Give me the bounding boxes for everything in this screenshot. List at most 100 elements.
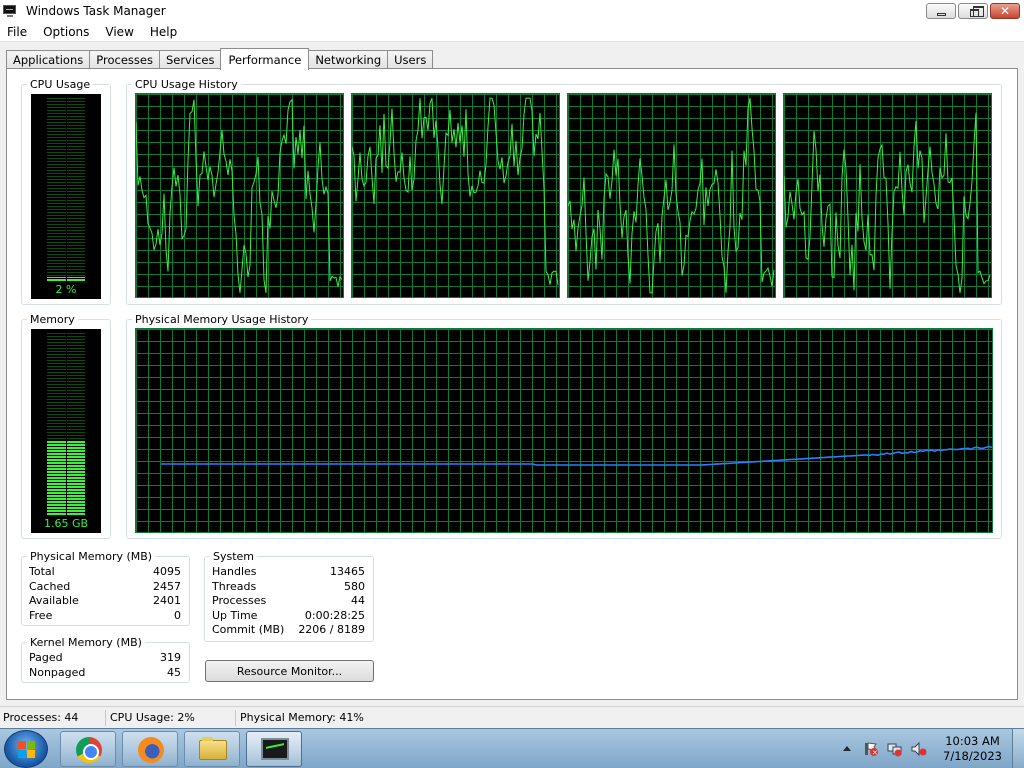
- system-tray: ✕ 10:03 AM 7/18/2023: [835, 729, 1024, 768]
- show-desktop-button[interactable]: [1012, 729, 1024, 768]
- resource-monitor-button[interactable]: Resource Monitor...: [205, 660, 374, 682]
- cpu-history-line: [784, 112, 991, 293]
- stat-value: 580: [344, 580, 365, 593]
- stat-row-cached: Cached 2457: [29, 580, 181, 595]
- cpu-history-line: [568, 98, 775, 294]
- cpu-meter-fill: [47, 277, 85, 281]
- cpu-usage-value: 2 %: [55, 283, 77, 296]
- stat-value: 2457: [153, 580, 181, 593]
- stat-value: 45: [167, 666, 181, 679]
- restore-button[interactable]: [958, 3, 988, 19]
- stat-value: 44: [351, 594, 365, 607]
- stat-label: Handles: [212, 565, 257, 578]
- tab-performance[interactable]: Performance: [220, 48, 310, 70]
- close-icon: ✕: [999, 4, 1011, 18]
- cpu-usage-group: CPU Usage 2 %: [21, 78, 111, 305]
- stat-row-handles: Handles 13465: [212, 565, 365, 580]
- cpu-history-line: [136, 98, 343, 293]
- menu-view[interactable]: View: [97, 25, 141, 39]
- cpu-history-trace-svg: [352, 97, 559, 285]
- tab-applications[interactable]: Applications: [6, 50, 91, 69]
- svg-text:✕: ✕: [872, 749, 878, 757]
- stat-row-total: Total 4095: [29, 565, 181, 580]
- tab-services[interactable]: Services: [158, 50, 222, 69]
- physical-memory-group: Physical Memory (MB) Total 4095 Cached 245…: [21, 550, 190, 626]
- minimize-button[interactable]: [926, 3, 956, 19]
- clock-time: 10:03 AM: [945, 734, 1000, 748]
- tab-users[interactable]: Users: [387, 50, 434, 69]
- stat-value: 2206 / 8189: [298, 623, 365, 636]
- network-icon[interactable]: [887, 741, 903, 757]
- memory-history-line: [161, 445, 992, 466]
- tab-strip: Applications Processes Services Performa…: [6, 48, 434, 70]
- status-processes: Processes: 44: [0, 709, 106, 726]
- stat-row-threads: Threads 580: [212, 580, 365, 595]
- menu-options[interactable]: Options: [35, 25, 97, 39]
- stat-label: Nonpaged: [29, 666, 86, 679]
- cpu-history-trace-svg: [784, 112, 991, 293]
- memory-meter: 1.65 GB: [31, 329, 101, 533]
- taskbar-chrome-button[interactable]: [60, 731, 116, 767]
- memory-meter-fill: [47, 440, 85, 515]
- show-hidden-icons-icon[interactable]: [839, 741, 855, 757]
- status-bar: Processes: 44 CPU Usage: 2% Physical Mem…: [0, 706, 1024, 728]
- minimize-icon: [936, 12, 946, 16]
- close-button[interactable]: ✕: [990, 3, 1020, 19]
- cpu-history-line: [352, 97, 559, 285]
- start-button[interactable]: [4, 730, 48, 768]
- volume-muted-icon[interactable]: [911, 741, 927, 757]
- memory-label: Memory: [27, 313, 78, 326]
- windows-logo-icon: [18, 741, 36, 759]
- task-manager-icon: [261, 738, 289, 760]
- action-center-icon[interactable]: ✕: [863, 741, 879, 757]
- cpu-history-graph-core-1: [135, 93, 344, 298]
- clock[interactable]: 10:03 AM 7/18/2023: [943, 734, 1002, 764]
- stat-value: 0:00:28:25: [304, 609, 365, 622]
- menu-bar: File Options View Help: [0, 22, 1024, 42]
- stat-row-nonpaged: Nonpaged 45: [29, 666, 181, 681]
- memory-value: 1.65 GB: [43, 517, 89, 530]
- window-controls: ✕: [926, 3, 1020, 19]
- stat-label: Cached: [29, 580, 71, 593]
- stat-value: 319: [160, 651, 181, 664]
- memory-history-trace-svg: [161, 445, 992, 466]
- physical-memory-label: Physical Memory (MB): [27, 550, 156, 563]
- tab-networking[interactable]: Networking: [308, 50, 389, 69]
- menu-help[interactable]: Help: [142, 25, 185, 39]
- taskbar-task-manager-button[interactable]: [246, 731, 302, 767]
- stat-label: Available: [29, 594, 79, 607]
- cpu-meter-track: [47, 98, 85, 281]
- stat-row-uptime: Up Time 0:00:28:25: [212, 609, 365, 624]
- taskbar-firefox-button[interactable]: [122, 731, 178, 767]
- stat-label: Commit (MB): [212, 623, 285, 636]
- stat-row-available: Available 2401: [29, 594, 181, 609]
- stat-row-processes: Processes 44: [212, 594, 365, 609]
- status-physical-memory: Physical Memory: 41%: [240, 711, 364, 724]
- system-group: System Handles 13465 Threads 580 Processes…: [204, 550, 374, 642]
- title-bar[interactable]: Windows Task Manager ✕: [0, 0, 1024, 22]
- cpu-history-trace-svg: [568, 98, 775, 294]
- memory-history-label: Physical Memory Usage History: [132, 313, 312, 326]
- system-label: System: [210, 550, 258, 563]
- tab-processes[interactable]: Processes: [89, 50, 160, 69]
- chrome-icon: [76, 737, 102, 763]
- kernel-memory-label: Kernel Memory (MB): [27, 636, 145, 649]
- stat-row-commit: Commit (MB) 2206 / 8189: [212, 623, 365, 638]
- cpu-history-graph-core-2: [351, 93, 560, 298]
- taskbar-explorer-button[interactable]: [184, 731, 240, 767]
- restore-icon: [970, 6, 984, 17]
- stat-value: 4095: [153, 565, 181, 578]
- cpu-history-label: CPU Usage History: [132, 78, 241, 91]
- menu-file[interactable]: File: [0, 25, 35, 39]
- cpu-usage-meter: 2 %: [31, 94, 101, 299]
- stat-label: Threads: [212, 580, 257, 593]
- clock-date: 7/18/2023: [943, 749, 1002, 763]
- stat-value: 0: [174, 609, 181, 622]
- stat-label: Up Time: [212, 609, 258, 622]
- cpu-history-trace-svg: [136, 98, 343, 293]
- stat-label: Total: [29, 565, 55, 578]
- window-title: Windows Task Manager: [26, 4, 166, 18]
- task-manager-icon: [2, 4, 18, 18]
- file-explorer-icon: [199, 737, 227, 760]
- status-cpu-usage: CPU Usage: 2%: [106, 709, 236, 726]
